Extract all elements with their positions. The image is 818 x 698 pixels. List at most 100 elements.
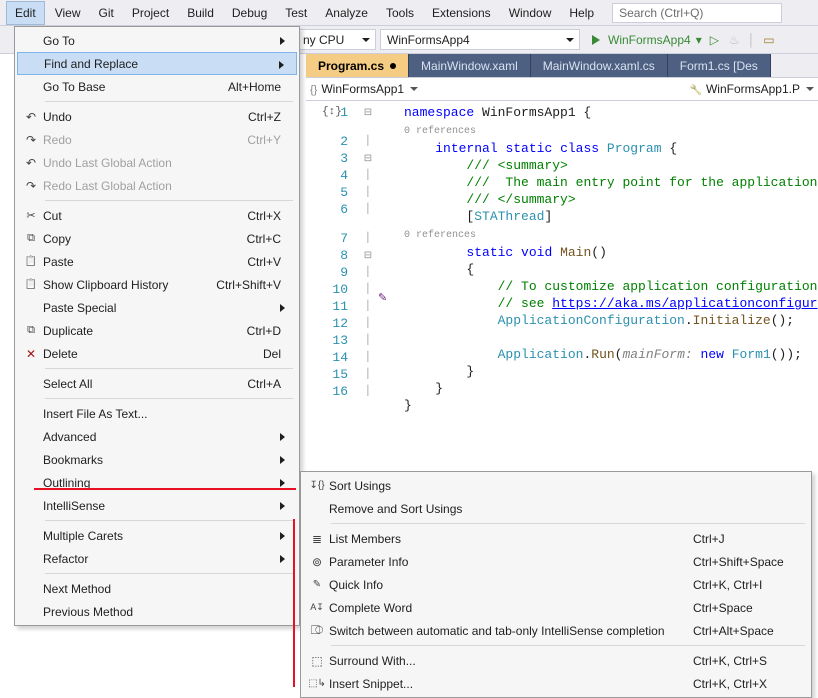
submenu-item-insert-snippet-[interactable]: Insert Snippet...Ctrl+K, Ctrl+X xyxy=(303,672,809,695)
tab-mainwindow-xaml[interactable]: MainWindow.xaml xyxy=(409,54,531,77)
menu-item-go-to[interactable]: Go To xyxy=(17,29,297,52)
breadcrumb: WinFormsApp1 WinFormsApp1.P xyxy=(306,78,818,101)
line-numbers: 1 2 3 4 5 6 7 8 9 10 11 12 13 14 15 16 xyxy=(306,101,360,400)
i-sort-icon xyxy=(307,480,327,491)
submenu-item-list-members[interactable]: List MembersCtrl+J xyxy=(303,527,809,550)
menu-item-label: IntelliSense xyxy=(41,499,291,513)
search-input[interactable]: Search (Ctrl+Q) xyxy=(612,3,782,23)
submenu-item-surround-with-[interactable]: Surround With...Ctrl+K, Ctrl+S xyxy=(303,649,809,672)
submenu-item-sort-usings[interactable]: Sort Usings xyxy=(303,474,809,497)
menu-item-label: Refactor xyxy=(41,552,291,566)
menu-extensions[interactable]: Extensions xyxy=(424,2,499,24)
menu-item-label: Bookmarks xyxy=(41,453,291,467)
i-clip-icon xyxy=(21,279,41,290)
references-label[interactable]: 0 references xyxy=(404,230,476,241)
menubar: Edit View Git Project Build Debug Test A… xyxy=(0,0,818,26)
chevron-right-icon xyxy=(280,433,289,441)
menu-debug[interactable]: Debug xyxy=(224,2,275,24)
menu-item-shortcut: Ctrl+V xyxy=(247,255,291,269)
submenu-item-shortcut: Ctrl+Shift+Space xyxy=(693,555,803,569)
menu-item-show-clipboard-history[interactable]: Show Clipboard HistoryCtrl+Shift+V xyxy=(17,273,297,296)
menu-item-label: Undo Last Global Action xyxy=(41,156,291,170)
edit-menu: Go ToFind and ReplaceGo To BaseAlt+Home U… xyxy=(14,26,300,626)
menu-window[interactable]: Window xyxy=(501,2,560,24)
menu-item-multiple-carets[interactable]: Multiple Carets xyxy=(17,524,297,547)
menu-item-paste-special[interactable]: Paste Special xyxy=(17,296,297,319)
menu-item-advanced[interactable]: Advanced xyxy=(17,425,297,448)
i-paste-icon xyxy=(21,256,41,267)
submenu-item-complete-word[interactable]: Complete WordCtrl+Space xyxy=(303,596,809,619)
menu-project[interactable]: Project xyxy=(124,2,177,24)
i-dup-icon xyxy=(21,324,41,337)
submenu-item-label: List Members xyxy=(327,532,693,546)
fold-column[interactable]: ⊟ │ ⊟│││ │⊟ ││││ ││││ xyxy=(361,101,375,400)
menu-item-redo: RedoCtrl+Y xyxy=(17,128,297,151)
menu-view[interactable]: View xyxy=(47,2,89,24)
menu-item-outlining[interactable]: Outlining xyxy=(17,471,297,494)
menu-tools[interactable]: Tools xyxy=(378,2,422,24)
menu-item-go-to-base[interactable]: Go To BaseAlt+Home xyxy=(17,75,297,98)
submenu-item-shortcut: Ctrl+K, Ctrl+S xyxy=(693,654,803,668)
menu-help[interactable]: Help xyxy=(561,2,602,24)
menu-item-cut[interactable]: CutCtrl+X xyxy=(17,204,297,227)
menu-edit[interactable]: Edit xyxy=(6,1,45,25)
folder-icon[interactable]: ▭ xyxy=(763,33,774,47)
menu-item-intellisense[interactable]: IntelliSense xyxy=(17,494,297,517)
tab-form1-cs[interactable]: Form1.cs [Des xyxy=(668,54,771,77)
menu-build[interactable]: Build xyxy=(179,2,222,24)
menu-item-delete[interactable]: DeleteDel xyxy=(17,342,297,365)
menu-item-shortcut: Ctrl+X xyxy=(247,209,291,223)
breadcrumb-type[interactable]: WinFormsApp1.P xyxy=(706,82,814,96)
project-dropdown[interactable]: WinFormsApp4 xyxy=(380,29,580,50)
submenu-item-parameter-info[interactable]: Parameter InfoCtrl+Shift+Space xyxy=(303,550,809,573)
chevron-right-icon xyxy=(280,304,289,312)
menu-item-bookmarks[interactable]: Bookmarks xyxy=(17,448,297,471)
menu-item-find-and-replace[interactable]: Find and Replace xyxy=(17,52,297,75)
chevron-right-icon xyxy=(280,37,289,45)
menu-analyze[interactable]: Analyze xyxy=(317,2,376,24)
menu-item-label: Cut xyxy=(41,209,247,223)
menu-item-next-method[interactable]: Next Method xyxy=(17,577,297,600)
menu-item-refactor[interactable]: Refactor xyxy=(17,547,297,570)
chevron-right-icon xyxy=(280,532,289,540)
menu-item-shortcut: Ctrl+Y xyxy=(247,133,291,147)
menu-item-select-all[interactable]: Select AllCtrl+A xyxy=(17,372,297,395)
i-undo-icon xyxy=(21,110,41,124)
code-body[interactable]: namespace WinFormsApp1 { 0 references in… xyxy=(404,104,818,414)
i-redo-icon xyxy=(21,179,41,193)
references-label[interactable]: 0 references xyxy=(404,126,476,137)
i-cut-icon xyxy=(21,209,41,222)
hotreload-icon[interactable]: ♨ xyxy=(729,33,740,47)
config-dropdown[interactable]: ny CPU xyxy=(296,29,376,50)
run-button[interactable]: WinFormsApp4 ▾ xyxy=(592,33,702,47)
submenu-item-remove-and-sort-usings[interactable]: Remove and Sort Usings xyxy=(303,497,809,520)
submenu-item-quick-info[interactable]: Quick InfoCtrl+K, Ctrl+I xyxy=(303,573,809,596)
i-quick-icon xyxy=(307,579,327,590)
brush-icon[interactable]: ✎ xyxy=(378,291,387,305)
menu-item-label: Next Method xyxy=(41,582,291,596)
menu-item-label: Copy xyxy=(41,232,247,246)
menu-item-redo-last-global-action: Redo Last Global Action xyxy=(17,174,297,197)
chevron-right-icon xyxy=(280,555,289,563)
tab-mainwindow-xaml-cs[interactable]: MainWindow.xaml.cs xyxy=(531,54,668,77)
menu-item-copy[interactable]: CopyCtrl+C xyxy=(17,227,297,250)
play-icon xyxy=(592,35,605,45)
menu-test[interactable]: Test xyxy=(277,2,315,24)
menu-item-previous-method[interactable]: Previous Method xyxy=(17,600,297,623)
i-switch-icon xyxy=(307,623,327,638)
submenu-item-label: Insert Snippet... xyxy=(327,677,693,691)
menu-item-undo[interactable]: UndoCtrl+Z xyxy=(17,105,297,128)
annotation-line xyxy=(34,488,296,490)
i-param-icon xyxy=(307,555,327,569)
tab-program-cs[interactable]: Program.cs xyxy=(306,54,409,77)
menu-item-duplicate[interactable]: DuplicateCtrl+D xyxy=(17,319,297,342)
menu-item-shortcut: Alt+Home xyxy=(228,80,291,94)
breadcrumb-project[interactable]: WinFormsApp1 xyxy=(321,82,418,96)
submenu-item-label: Quick Info xyxy=(327,578,693,592)
play-outline-icon[interactable]: ▷ xyxy=(710,33,719,47)
i-snippet-icon xyxy=(307,678,327,689)
menu-item-insert-file-as-text-[interactable]: Insert File As Text... xyxy=(17,402,297,425)
menu-item-paste[interactable]: PasteCtrl+V xyxy=(17,250,297,273)
submenu-item-switch-between-automatic-and-tab-only-intellisense-completion[interactable]: Switch between automatic and tab-only In… xyxy=(303,619,809,642)
menu-git[interactable]: Git xyxy=(90,2,121,24)
